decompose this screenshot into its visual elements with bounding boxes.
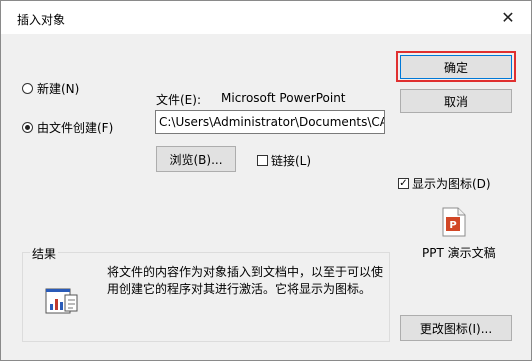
dialog-title: 插入对象: [17, 13, 66, 27]
display-as-icon-checkbox[interactable]: ✓ 显示为图标(D): [398, 175, 491, 192]
create-new-label: 新建(N): [37, 82, 80, 96]
create-new-radio[interactable]: 新建(N): [22, 80, 79, 97]
app-name: Microsoft PowerPoint: [221, 91, 346, 105]
change-icon-button[interactable]: 更改图标(I)...: [400, 315, 512, 341]
insert-object-result-icon: [45, 286, 81, 316]
cancel-button[interactable]: 取消: [400, 89, 512, 113]
link-label: 链接(L): [271, 154, 312, 168]
icon-caption: PPT 演示文稿: [422, 246, 496, 260]
browse-button[interactable]: 浏览(B)...: [156, 146, 236, 172]
title-bar: 插入对象 ✕: [1, 1, 531, 34]
link-checkbox-box: [257, 155, 268, 166]
radio-circle: [22, 83, 33, 94]
powerpoint-file-icon: P: [442, 207, 466, 237]
link-checkbox[interactable]: 链接(L): [257, 152, 311, 169]
file-path-input[interactable]: C:\Users\Administrator\Documents\CA: [155, 110, 385, 134]
ok-button[interactable]: 确定: [400, 55, 512, 79]
result-description: 将文件的内容作为对象插入到文档中，以至于可以使用创建它的程序对其进行激活。它将显…: [107, 265, 384, 296]
file-label: 文件(E):: [156, 93, 201, 107]
svg-text:P: P: [449, 220, 456, 231]
display-as-icon-label: 显示为图标(D): [412, 177, 491, 191]
result-heading: 结果: [30, 245, 59, 262]
close-icon: ✕: [501, 8, 515, 27]
create-from-file-radio[interactable]: 由文件创建(F): [22, 119, 113, 136]
check-icon: ✓: [398, 177, 409, 189]
radio-circle-selected: [22, 122, 33, 133]
close-button[interactable]: ✕: [485, 1, 531, 34]
create-from-file-label: 由文件创建(F): [37, 121, 114, 135]
